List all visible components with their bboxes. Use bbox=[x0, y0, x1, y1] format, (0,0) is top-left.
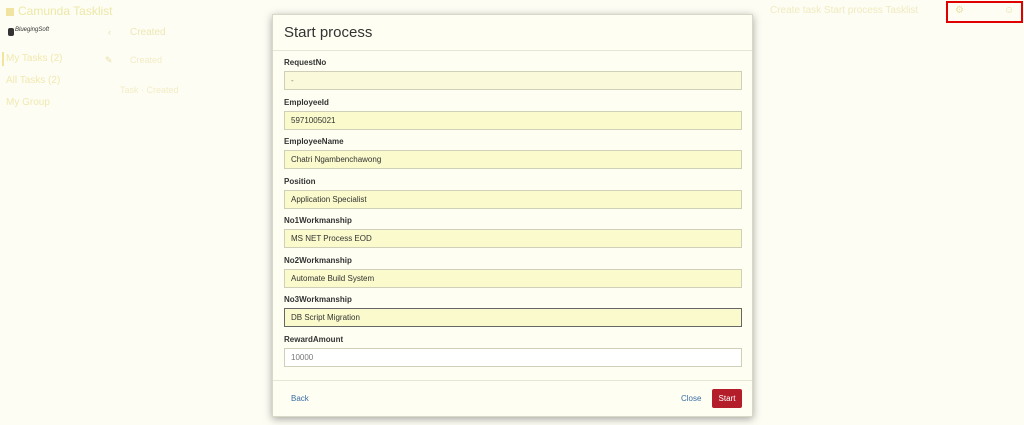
start-button[interactable]: Start bbox=[712, 389, 742, 408]
collapse-chevron-icon[interactable]: ‹ bbox=[108, 27, 111, 37]
edit-pencil-icon[interactable]: ✎ bbox=[105, 55, 113, 66]
close-button[interactable]: Close bbox=[681, 394, 701, 403]
highlight-box bbox=[946, 1, 1023, 23]
employee-id-input[interactable] bbox=[284, 110, 742, 130]
field-no1-workmanship: No1Workmanship bbox=[284, 216, 742, 256]
camunda-logo-icon bbox=[6, 7, 14, 16]
field-label: Position bbox=[284, 176, 316, 186]
sort-dropdown[interactable]: Created bbox=[130, 27, 166, 38]
modal-footer: Back Close Start bbox=[273, 380, 752, 416]
header-actions[interactable]: Create task Start process Tasklist bbox=[770, 5, 918, 16]
field-label: RewardAmount bbox=[284, 334, 344, 344]
no2-workmanship-input[interactable] bbox=[284, 268, 742, 288]
no3-workmanship-input[interactable] bbox=[284, 308, 742, 327]
back-button[interactable]: Back bbox=[291, 394, 309, 403]
field-no2-workmanship: No2Workmanship bbox=[284, 256, 742, 296]
company-logo: BluegingSoft bbox=[8, 27, 49, 38]
position-input[interactable] bbox=[284, 189, 742, 209]
no1-workmanship-input[interactable] bbox=[284, 229, 742, 248]
field-request-no: RequestNo bbox=[284, 58, 742, 98]
modal-title: Start process bbox=[284, 24, 373, 41]
field-label: EmployeeName bbox=[284, 137, 344, 146]
sidebar-item-my-tasks[interactable]: My Tasks (2) bbox=[6, 53, 63, 64]
field-no3-workmanship: No3Workmanship bbox=[284, 295, 742, 335]
field-employee-id: EmployeeId bbox=[284, 98, 742, 138]
sidebar-active-marker bbox=[2, 52, 4, 66]
field-position: Position bbox=[284, 177, 742, 217]
list-column-label: Created bbox=[130, 55, 163, 65]
sidebar-item-all-tasks[interactable]: All Tasks (2) bbox=[6, 75, 60, 86]
reward-amount-input[interactable] bbox=[284, 347, 742, 367]
field-label: No2Workmanship bbox=[284, 255, 352, 265]
modal-header: Start process bbox=[273, 15, 752, 51]
request-no-input[interactable] bbox=[284, 71, 742, 90]
field-label: No1Workmanship bbox=[284, 216, 352, 225]
app-logo[interactable]: Camunda Tasklist bbox=[6, 4, 113, 18]
field-label: No3Workmanship bbox=[284, 295, 352, 304]
modal-body: RequestNo EmployeeId EmployeeName Positi… bbox=[284, 58, 742, 374]
field-employee-name: EmployeeName bbox=[284, 137, 742, 177]
start-process-modal: Start process RequestNo EmployeeId Emplo… bbox=[272, 14, 753, 417]
field-label: EmployeeId bbox=[284, 97, 329, 107]
app-title: Camunda Tasklist bbox=[18, 4, 113, 18]
field-label: RequestNo bbox=[284, 58, 327, 67]
list-item[interactable]: Task · Created bbox=[120, 85, 179, 95]
sidebar-item-my-group[interactable]: My Group bbox=[6, 97, 50, 108]
employee-name-input[interactable] bbox=[284, 150, 742, 169]
field-reward-amount: RewardAmount bbox=[284, 335, 742, 375]
